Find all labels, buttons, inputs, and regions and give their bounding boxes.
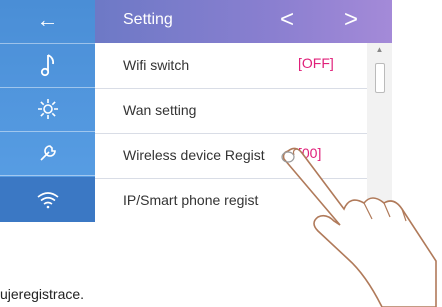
divider (0, 131, 95, 132)
caption-text: ujeregistrace. (0, 286, 85, 302)
divider (0, 87, 95, 88)
divider (0, 43, 95, 44)
divider (0, 175, 95, 176)
sidebar-item-settings[interactable] (0, 89, 95, 129)
sidebar-item-tools[interactable] (0, 133, 95, 173)
back-button[interactable]: ← (0, 0, 95, 40)
music-note-icon (40, 54, 54, 77)
sidebar: ← (0, 0, 95, 222)
page-title: Setting (123, 11, 173, 28)
wrench-icon (39, 145, 56, 161)
header-bar: Setting < > (95, 0, 392, 43)
sidebar-item-sound[interactable] (0, 45, 95, 85)
next-page-button[interactable]: > (337, 6, 365, 34)
wifi-switch-value: [OFF] (298, 55, 334, 71)
scroll-thumb[interactable] (375, 63, 385, 93)
list-item-wan-setting[interactable]: Wan setting (95, 89, 367, 134)
scroll-up-arrow-icon[interactable]: ▲ (367, 45, 392, 55)
list-item-wifi-switch[interactable]: Wifi switch [OFF] (95, 44, 367, 89)
back-arrow-icon: ← (36, 7, 59, 32)
list-item-label: Wireless device Regist (123, 147, 265, 163)
prev-page-button[interactable]: < (273, 6, 301, 34)
sidebar-item-wifi[interactable] (0, 177, 95, 222)
pointing-hand-illustration (281, 147, 437, 307)
wifi-icon (37, 191, 58, 208)
list-item-label: Wan setting (123, 102, 197, 118)
gear-icon (37, 99, 58, 119)
list-item-label: Wifi switch (123, 57, 190, 73)
list-item-label: IP/Smart phone regist (123, 192, 259, 208)
